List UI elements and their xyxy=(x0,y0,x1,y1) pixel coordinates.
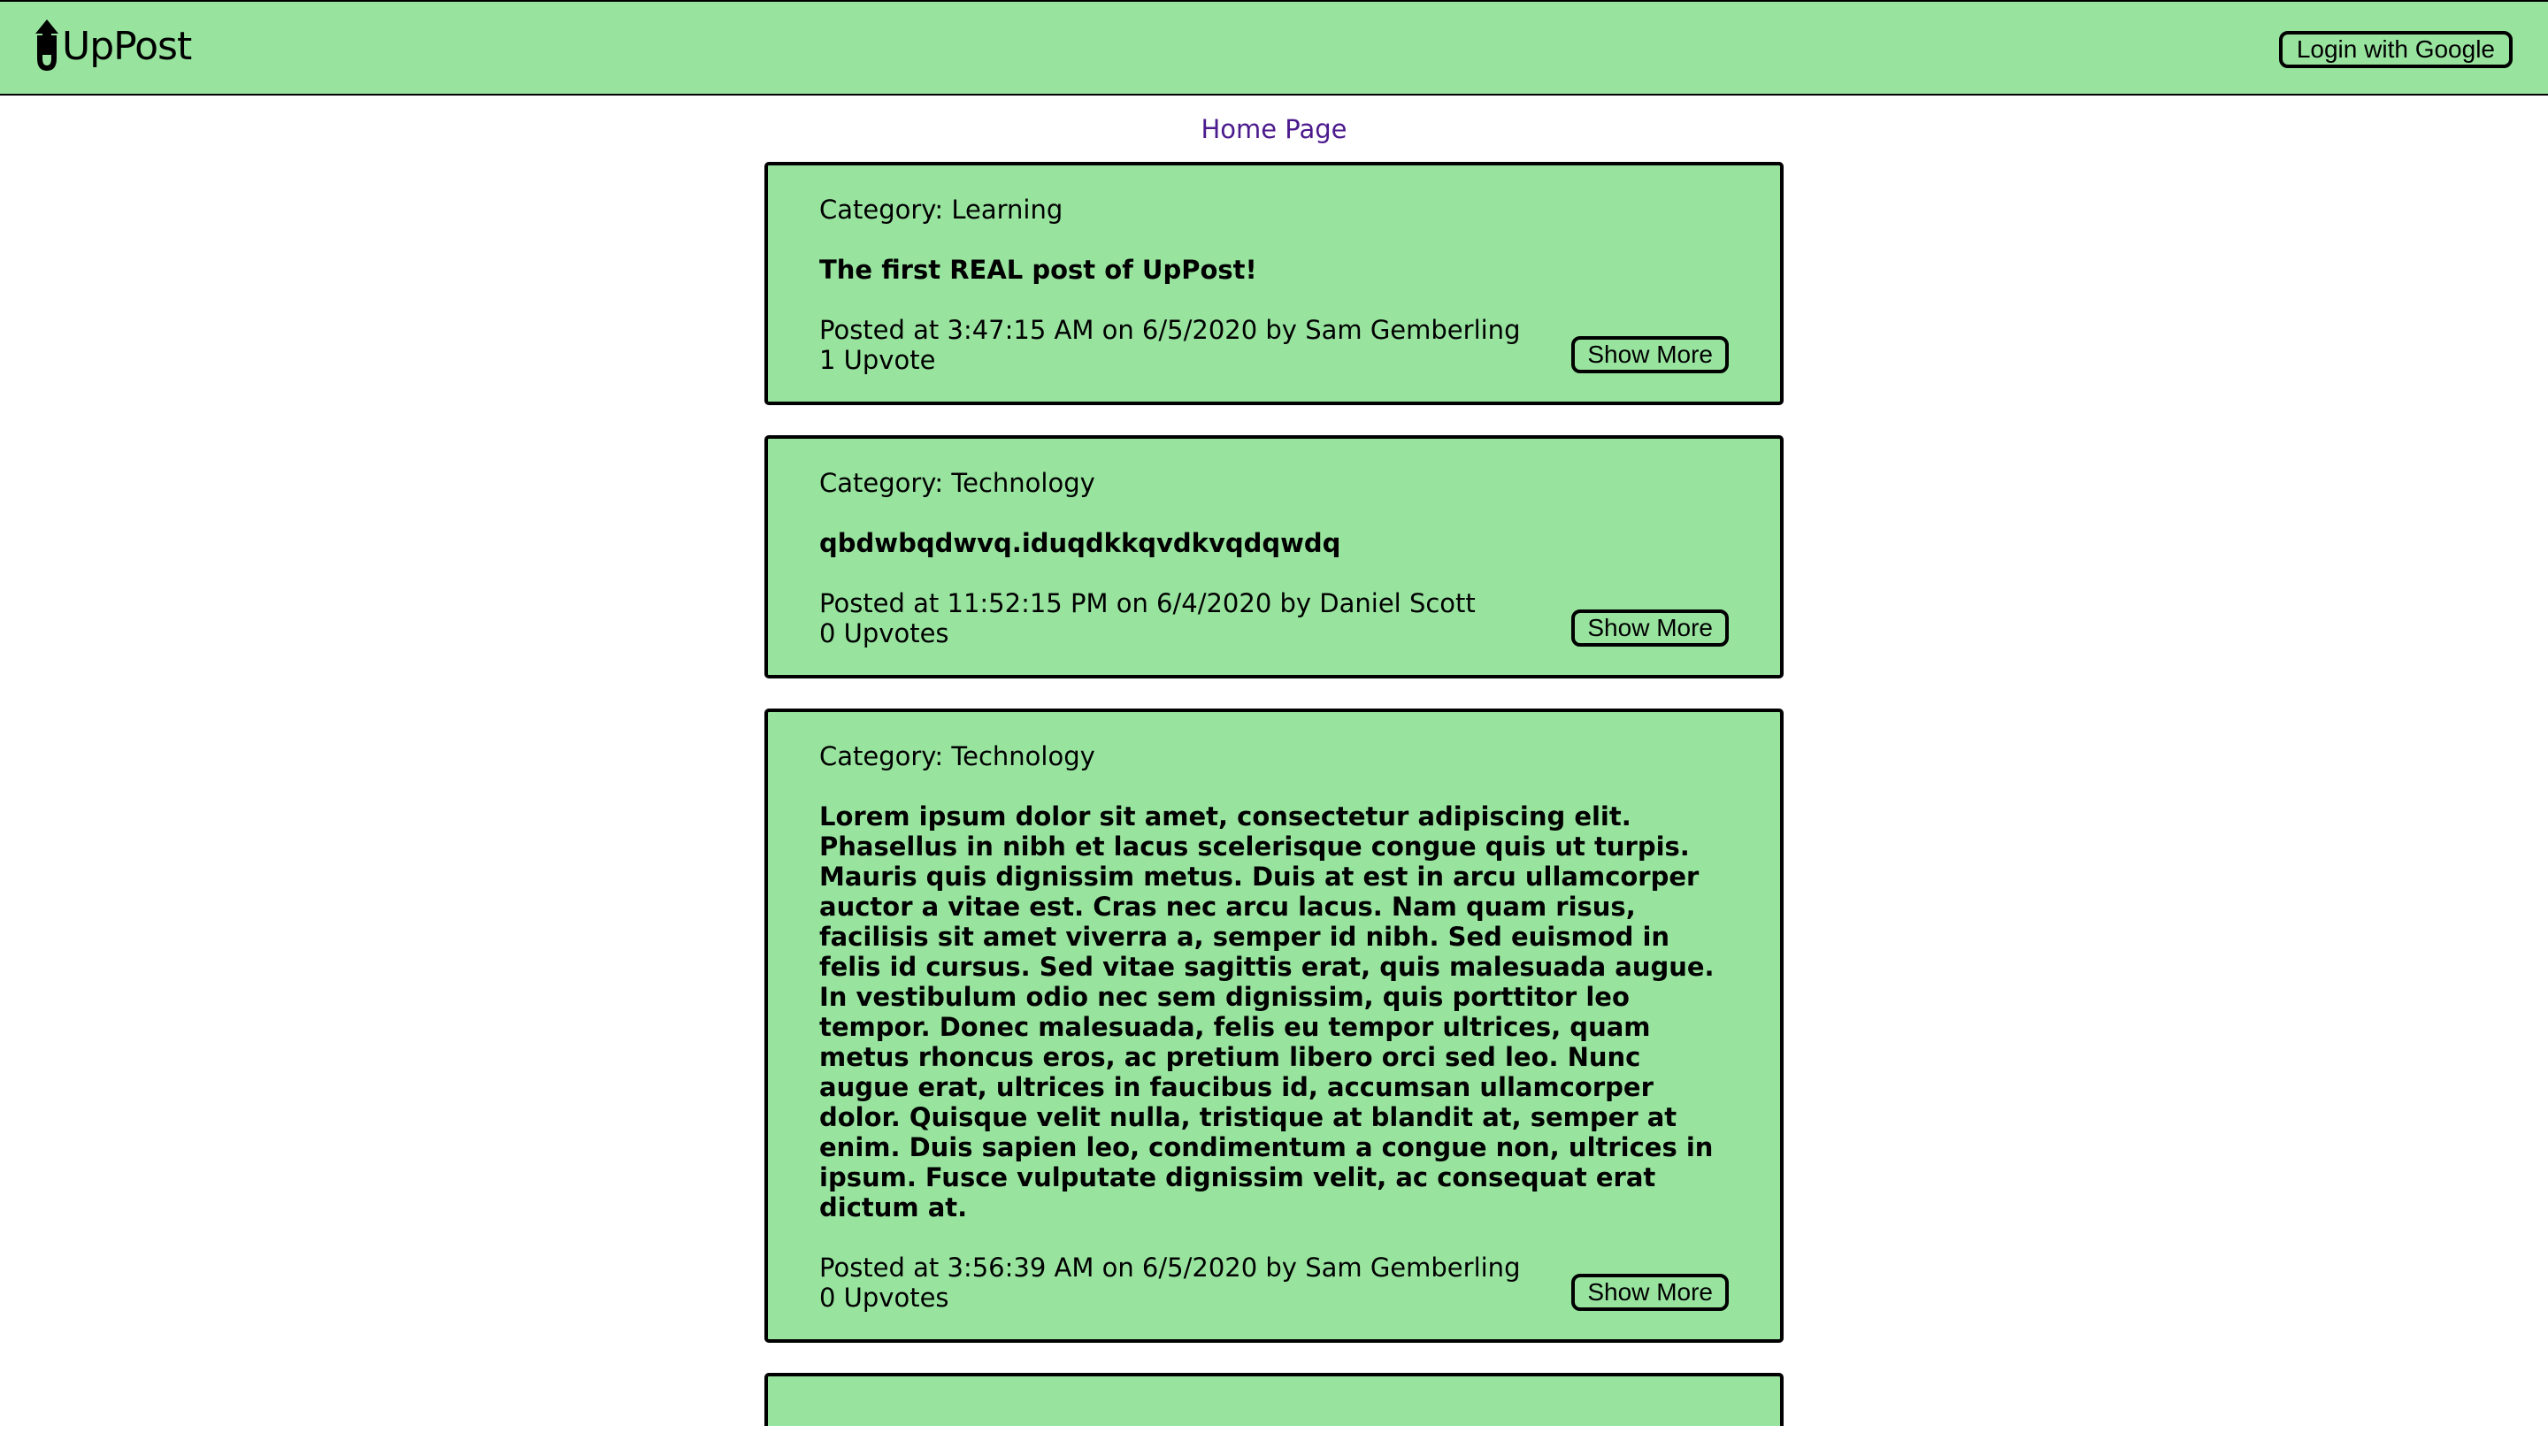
post-feed: Category: Learning The first REAL post o… xyxy=(764,162,1784,1456)
show-more-button[interactable]: Show More xyxy=(1571,609,1729,647)
show-more-button[interactable]: Show More xyxy=(1571,336,1729,373)
app-logo[interactable]: UpPost xyxy=(34,16,192,78)
post-title: Lorem ipsum dolor sit amet, consectetur … xyxy=(819,801,1715,1222)
top-bar: UpPost Login with Google xyxy=(0,0,2548,96)
login-with-google-button[interactable]: Login with Google xyxy=(2278,31,2513,68)
post-category: Category: Technology xyxy=(819,468,1095,498)
post-card: Category: Technology Lorem ipsum dolor s… xyxy=(764,709,1784,1343)
post-title: qbdwbqdwvq.iduqdkkqvdkvqdqwdq xyxy=(819,528,1341,558)
post-card: Category: Technology qbdwbqdwvq.iduqdkkq… xyxy=(764,435,1784,678)
app-logo-text: UpPost xyxy=(62,24,192,69)
home-page-link[interactable]: Home Page xyxy=(0,111,2548,147)
post-title: The first REAL post of UpPost! xyxy=(819,255,1257,285)
show-more-button[interactable]: Show More xyxy=(1571,1274,1729,1311)
post-card-partial xyxy=(764,1373,1784,1426)
post-card: Category: Learning The first REAL post o… xyxy=(764,162,1784,405)
post-category: Category: Learning xyxy=(819,195,1063,225)
up-arrow-icon xyxy=(34,19,60,74)
post-category: Category: Technology xyxy=(819,741,1095,771)
